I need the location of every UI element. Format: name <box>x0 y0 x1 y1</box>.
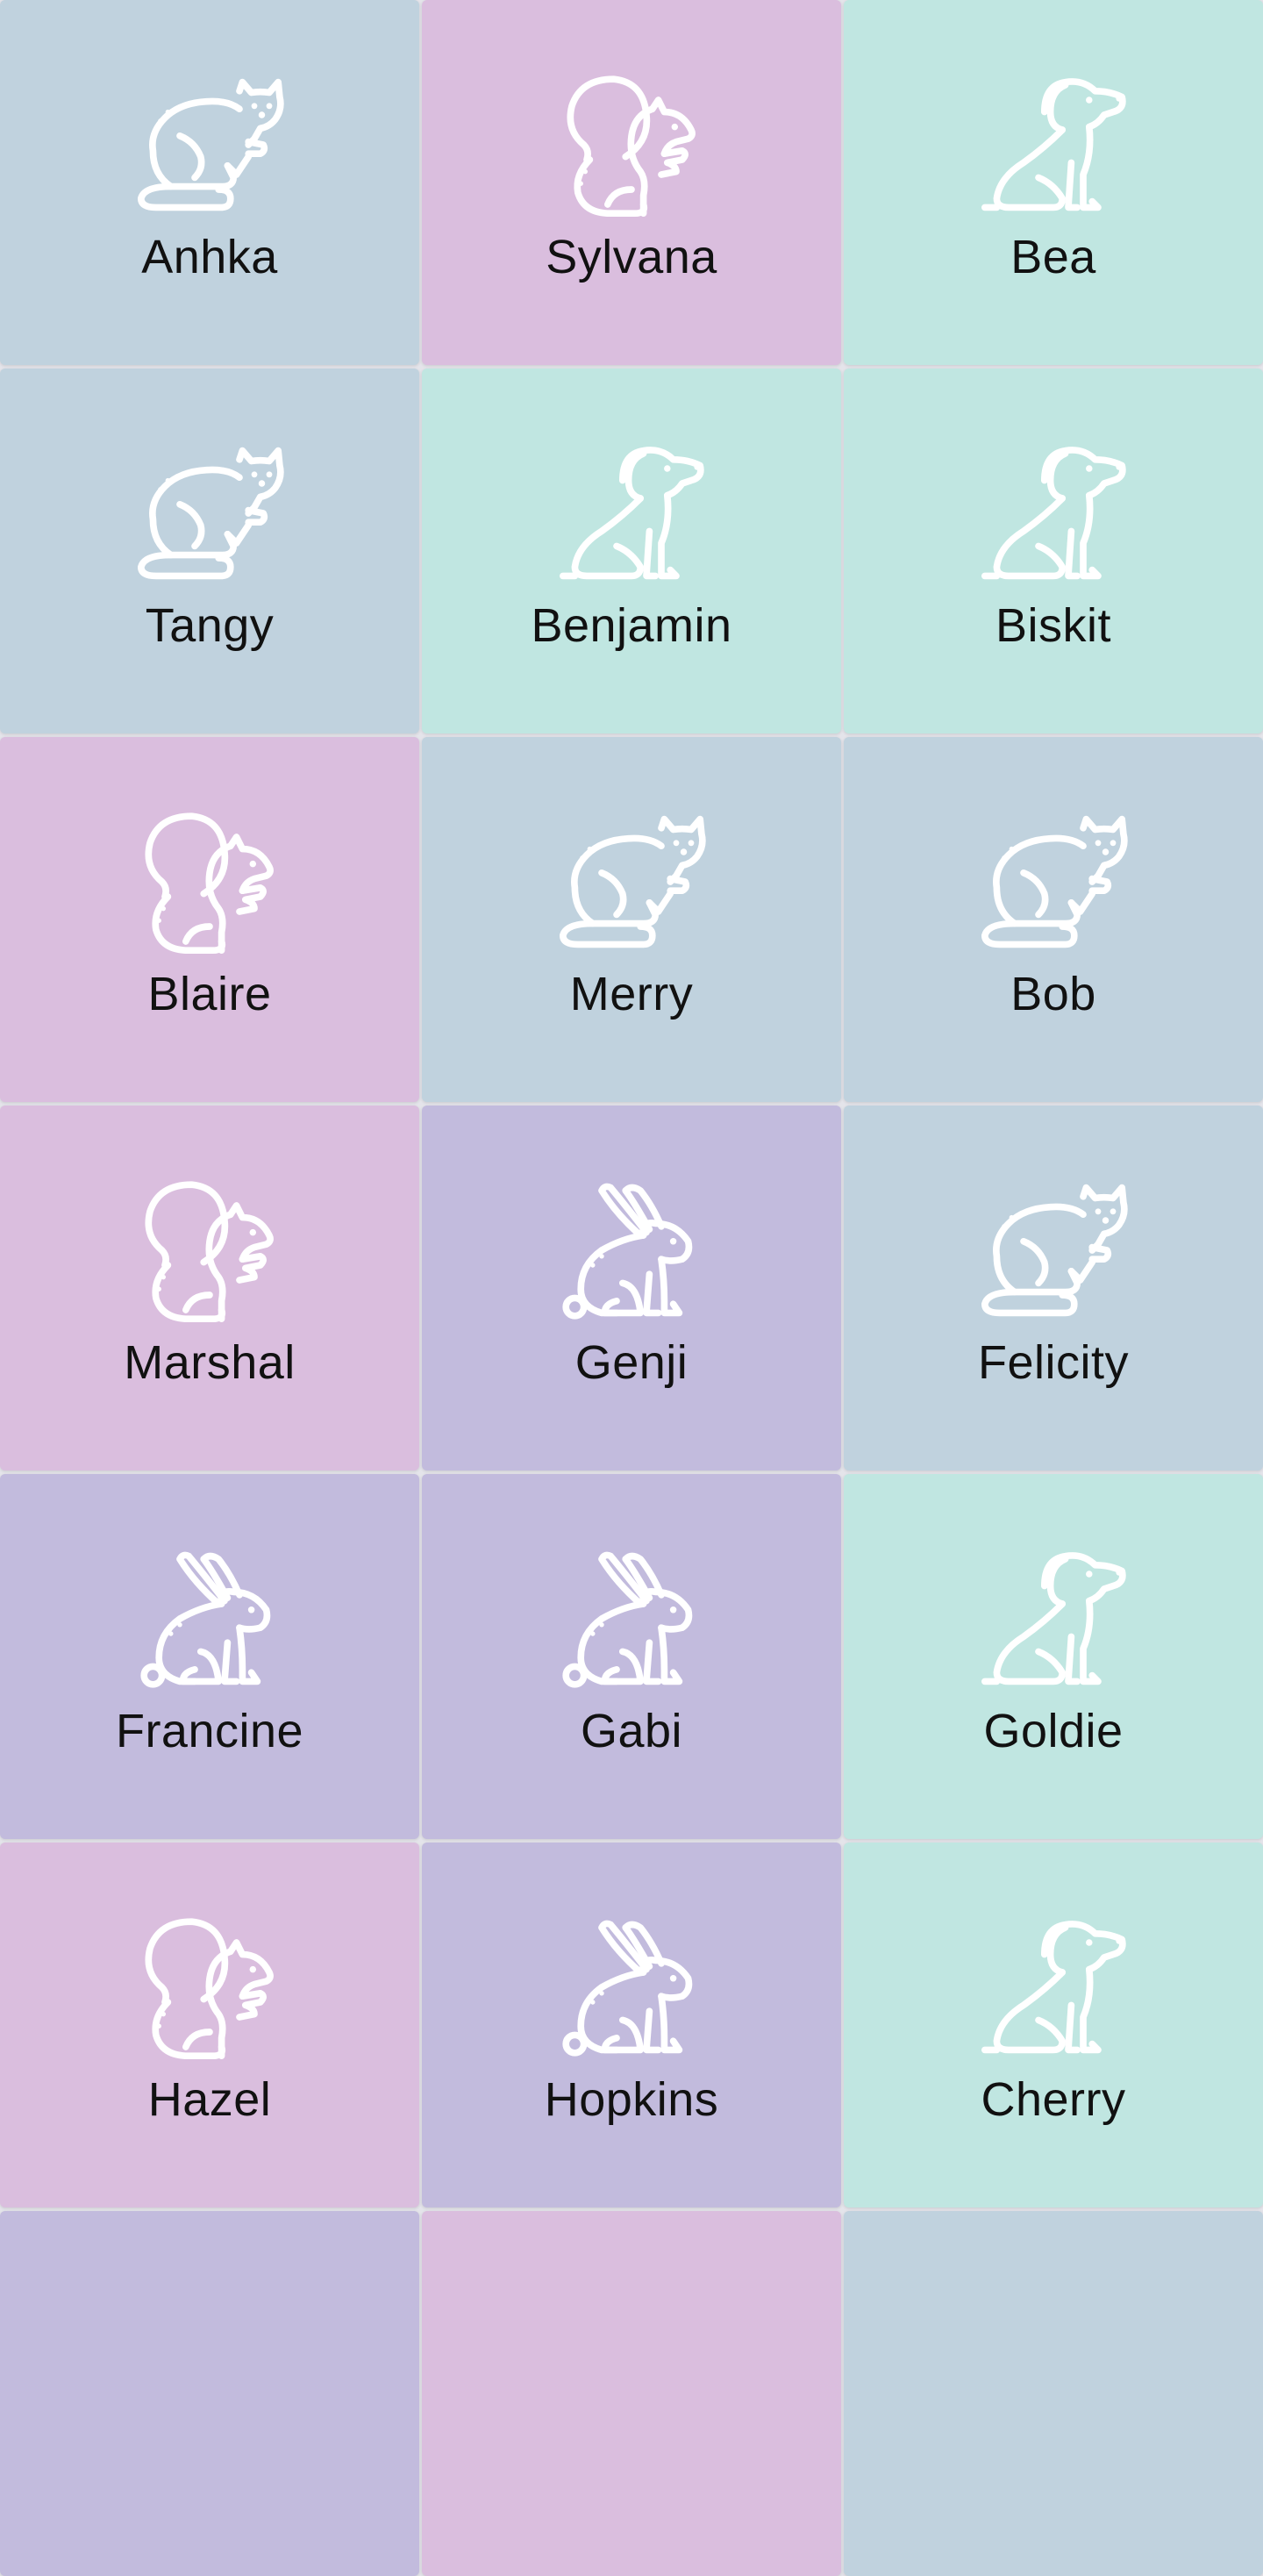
cat-icon <box>979 1176 1128 1325</box>
pet-tile-genji[interactable]: Genji <box>422 1106 841 1470</box>
pet-tile-bea[interactable]: Bea <box>844 0 1263 365</box>
rabbit-icon <box>557 1913 706 2062</box>
rabbit-icon <box>557 1176 706 1325</box>
pet-name: Gabi <box>580 1705 683 1757</box>
pet-tile-merry[interactable]: Merry <box>422 737 841 1102</box>
dog-icon <box>979 1544 1128 1693</box>
rabbit-icon <box>135 1544 284 1693</box>
pet-tile-bob[interactable]: Bob <box>844 737 1263 1102</box>
pet-name: Francine <box>115 1705 304 1757</box>
pet-tile-benjamin[interactable]: Benjamin <box>422 369 841 733</box>
pet-tile-cherry[interactable]: Cherry <box>844 1843 1263 2207</box>
pet-grid: Anhka Sylvana Bea Tangy Benjamin Biskit … <box>0 0 1263 2576</box>
pet-name: Cherry <box>981 2073 1126 2126</box>
pet-tile-hazel[interactable]: Hazel <box>0 1843 419 2207</box>
pet-tile[interactable] <box>422 2211 841 2576</box>
pet-name: Felicity <box>977 1336 1129 1389</box>
pet-tile-anhka[interactable]: Anhka <box>0 0 419 365</box>
pet-tile-sylvana[interactable]: Sylvana <box>422 0 841 365</box>
pet-name: Goldie <box>983 1705 1124 1757</box>
dog-icon <box>557 439 706 588</box>
pet-name: Tangy <box>145 599 275 652</box>
pet-name: Hopkins <box>544 2073 719 2126</box>
cat-icon <box>135 70 284 219</box>
pet-tile[interactable] <box>0 2211 419 2576</box>
pet-name: Blaire <box>147 968 272 1020</box>
pet-name: Bob <box>1010 968 1096 1020</box>
pet-tile-biskit[interactable]: Biskit <box>844 369 1263 733</box>
pet-tile-felicity[interactable]: Felicity <box>844 1106 1263 1470</box>
pet-name: Benjamin <box>531 599 732 652</box>
pet-tile-gabi[interactable]: Gabi <box>422 1474 841 1839</box>
pet-tile-goldie[interactable]: Goldie <box>844 1474 1263 1839</box>
dog-icon <box>979 439 1128 588</box>
pet-tile-tangy[interactable]: Tangy <box>0 369 419 733</box>
pet-tile-hopkins[interactable]: Hopkins <box>422 1843 841 2207</box>
squirrel-icon <box>557 70 706 219</box>
pet-name: Hazel <box>147 2073 272 2126</box>
pet-name: Genji <box>574 1336 689 1389</box>
pet-name: Sylvana <box>546 231 717 283</box>
pet-name: Anhka <box>141 231 278 283</box>
dog-icon <box>979 70 1128 219</box>
pet-tile-marshal[interactable]: Marshal <box>0 1106 419 1470</box>
squirrel-icon <box>135 807 284 956</box>
cat-icon <box>979 807 1128 956</box>
pet-name: Bea <box>1010 231 1096 283</box>
pet-name: Merry <box>569 968 694 1020</box>
cat-icon <box>135 439 284 588</box>
squirrel-icon <box>135 1176 284 1325</box>
rabbit-icon <box>557 1544 706 1693</box>
pet-tile-francine[interactable]: Francine <box>0 1474 419 1839</box>
pet-name: Marshal <box>124 1336 296 1389</box>
pet-tile-blaire[interactable]: Blaire <box>0 737 419 1102</box>
squirrel-icon <box>135 1913 284 2062</box>
dog-icon <box>979 1913 1128 2062</box>
pet-name: Biskit <box>995 599 1111 652</box>
cat-icon <box>557 807 706 956</box>
pet-tile[interactable] <box>844 2211 1263 2576</box>
